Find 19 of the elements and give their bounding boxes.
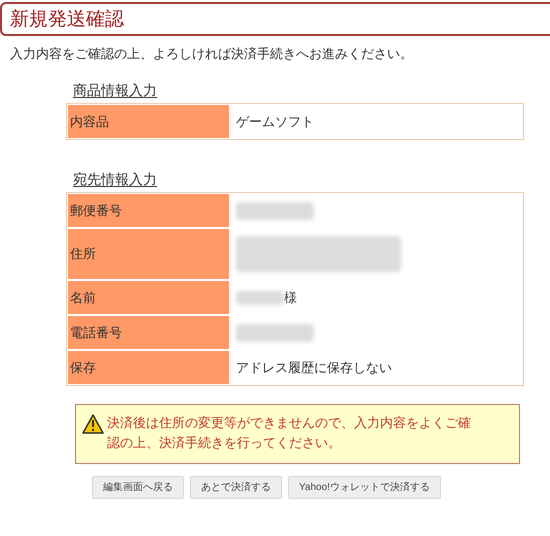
- label-cell: 住所: [68, 229, 229, 279]
- action-button[interactable]: 編集画面へ戻る: [92, 476, 184, 499]
- section-heading: 商品情報入力: [73, 81, 157, 99]
- label-cell: 電話番号: [68, 316, 229, 349]
- action-button[interactable]: Yahoo!ウォレットで決済する: [288, 476, 441, 499]
- warning-text: 決済後は住所の変更等ができませんので、入力内容をよくご確認の上、決済手続きを行ってください。: [107, 414, 472, 452]
- label-cell: 郵便番号: [68, 194, 229, 227]
- intro-text: 入力内容をご確認の上、よろしければ決済手続きへお進みください。: [10, 45, 414, 63]
- value-text: ゲームソフト: [236, 112, 314, 131]
- label-cell: 保存: [68, 351, 229, 384]
- section-heading: 宛先情報入力: [73, 170, 157, 188]
- value-text: 様: [284, 288, 297, 307]
- label-cell: 名前: [68, 281, 229, 314]
- page-title: 新規発送確認: [10, 10, 124, 28]
- label-cell: 内容品: [68, 105, 229, 138]
- warning-icon: [82, 414, 104, 434]
- value-text: アドレス履歴に保存しない: [236, 358, 392, 377]
- redacted-block: [236, 290, 284, 304]
- action-button[interactable]: あとで決済する: [190, 476, 282, 499]
